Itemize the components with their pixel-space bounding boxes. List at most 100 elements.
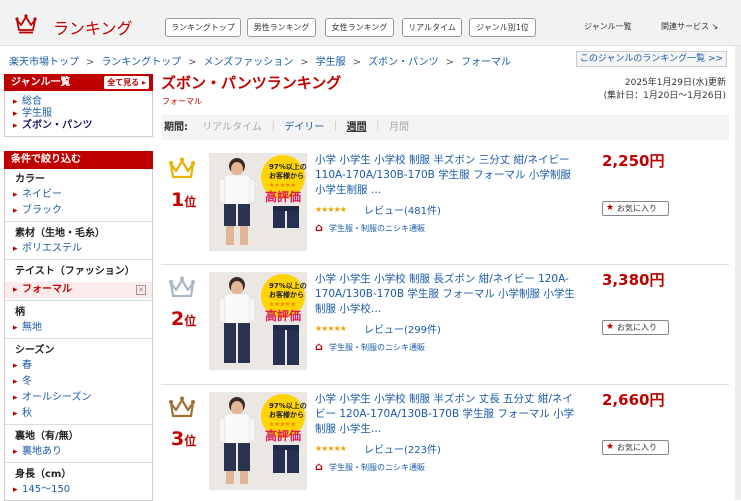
filter-option-polyester[interactable]: ポリエステル [5,241,152,257]
filter-option-navy[interactable]: ネイビー [5,187,152,203]
add-favorite-button[interactable]: お気に入り [602,201,669,216]
rating-stars: ★★★★★ [315,205,347,214]
breadcrumb-item[interactable]: 楽天市場トップ [9,57,79,68]
add-favorite-button[interactable]: お気に入り [602,440,669,455]
genre-list-link[interactable]: ジャンル一覧 [584,21,632,32]
rank-value: 1 [171,189,185,211]
shop-link[interactable]: 学生服・制服のニシキ通販 [315,460,425,473]
scrollbar[interactable] [735,46,741,500]
aggregation-period: (集計日：1月20日〜1月26日) [603,91,726,101]
breadcrumb-item[interactable]: 学生服 [316,57,346,68]
breadcrumb: 楽天市場トップ > ランキングトップ > メンズファッション > 学生服 > ズボン・パンツ > フ… [9,53,511,68]
genre-ranking-list-button[interactable]: このジャンルのランキング一覧 >> [576,51,727,67]
product-pants-waist [273,325,299,330]
badge-top-text: 97%以上の [269,162,307,171]
product-photo-illustration: 97%以上のお客様から ★★★★★高評価 [209,153,307,251]
shop-link[interactable]: 学生服・制服のニシキ通販 [315,221,425,234]
breadcrumb-item[interactable]: フォーマル [461,57,511,68]
right-sleeve [248,297,256,323]
gold-crown-icon [169,157,195,179]
product-pants-waist [273,445,299,450]
rank-value: 3 [171,428,185,450]
top-bar: ランキング ランキングトップ 男性ランキング 女性ランキング リアルタイム ジャ… [0,0,741,46]
filter-option-winter[interactable]: 冬 [5,374,152,390]
shop-link[interactable]: 学生服・制服のニシキ通販 [315,340,425,353]
filter-option-height[interactable]: 145～150 [5,482,152,498]
rank-suffix: 位 [184,434,197,448]
price: 3,380円 [602,271,665,289]
filter-option-spring[interactable]: 春 [5,358,152,374]
crown-logo-icon[interactable] [14,11,38,35]
filter-panel-title: 条件で絞り込む [4,151,153,169]
product-image[interactable]: 97%以上の お客様から ★★★★★ 高評価 [209,272,307,370]
page-title: ズボン・パンツランキング [161,74,342,92]
filter-option-lined[interactable]: 裏地あり [5,444,152,460]
tab-female-ranking[interactable]: 女性ランキング [325,18,394,37]
filter-option-autumn[interactable]: 秋 [5,406,152,422]
pants-right-leg [238,323,250,363]
review-link[interactable]: レビュー(299件) [364,321,441,336]
filter-option-plain[interactable]: 無地 [5,320,152,336]
left-sleeve [218,297,226,323]
update-date: 2025年1月29日(水)更新 (集計日：1月20日〜1月26日) [604,77,726,103]
filter-section-taste: テイスト（ファッション） [5,259,152,279]
badge-mid-text: お客様から [269,171,304,180]
tab-genre-first[interactable]: ジャンル別1位 [469,18,536,37]
add-favorite-button[interactable]: お気に入り [602,320,669,335]
review-link[interactable]: レビュー(223件) [364,441,441,456]
pants-right-leg [238,204,250,226]
tab-realtime[interactable]: リアルタイム [402,18,462,37]
period-divider: ｜ [330,122,341,133]
period-monthly: 月間 [389,122,410,133]
product-pants-waist [273,206,299,211]
filter-option-all-season[interactable]: オールシーズン [5,390,152,406]
badge-stars: ★★★★★ [269,301,296,308]
genre-item-pants[interactable]: ズボン・パンツ [5,120,152,132]
pants-left-leg [224,204,236,226]
filter-option-formal[interactable]: フォーマル ✕ [5,282,152,298]
product-title[interactable]: 小学 小学生 小学校 制服 長ズボン 紺/ネイビー 120A-170A/130B… [315,272,583,317]
pants-right-leg [238,443,250,471]
genre-list: 総合 学生服 ズボン・パンツ [4,91,153,137]
breadcrumb-separator: > [352,57,362,68]
breadcrumb-item[interactable]: ズボン・パンツ [368,57,439,68]
breadcrumb-item[interactable]: メンズファッション [203,57,293,68]
period-divider: ｜ [268,122,279,133]
filter-section-season: シーズン [5,338,152,358]
page-subtitle: フォーマル [162,97,202,106]
product-image[interactable]: 97%以上の お客様から ★★★★★ 高評価 [209,153,307,251]
breadcrumb-item[interactable]: ランキングトップ [101,57,181,68]
boy-face [231,401,243,415]
product-title[interactable]: 小学 小学生 小学校 制服 半ズボン 丈長 五分丈 紺/ネイビー 120A-17… [315,392,583,437]
remove-filter-icon[interactable]: ✕ [136,285,146,295]
product-title[interactable]: 小学 小学生 小学校 制服 半ズボン 三分丈 紺/ネイビー 110A-170A/… [315,153,583,198]
period-realtime: リアルタイム [202,122,262,133]
product-image[interactable]: 97%以上の お客様から ★★★★★ 高評価 [209,392,307,490]
logo-text[interactable]: ランキング [53,15,133,39]
genre-item-school-uniform[interactable]: 学生服 [5,108,152,120]
badge-main-text: 高評価 [265,308,301,323]
period-daily[interactable]: デイリー [284,122,324,133]
badge-main-text: 高評価 [265,428,301,443]
filter-option-black[interactable]: ブラック [5,203,152,219]
period-label: 期間: [164,122,188,133]
filter-panel: 条件で絞り込む カラー ネイビー ブラック 素材（生地・毛糸） ポリエステル テ… [4,151,153,501]
badge-stars: ★★★★★ [269,421,296,428]
see-all-label: 全て見る [107,78,140,87]
filter-section-height: 身長（cm） [5,462,152,482]
period-weekly: 週間 [346,122,367,133]
genre-panel-title: ジャンル一覧 [11,77,71,88]
white-shirt [223,174,251,206]
review-link[interactable]: レビュー(481件) [364,202,441,217]
related-services-link[interactable]: 関連サービス ↘ [661,21,718,32]
see-all-button[interactable]: 全て見る ▸ [104,76,149,89]
product-photo-illustration: 97%以上のお客様から ★★★★★高評価 [209,272,307,370]
period-divider: ｜ [372,122,383,133]
item-divider [161,384,729,385]
genre-panel-header: ジャンル一覧 全て見る ▸ [4,74,153,91]
product-pants-left [273,447,285,473]
genre-item-overall[interactable]: 総合 [5,96,152,108]
tab-male-ranking[interactable]: 男性ランキング [247,18,316,37]
price: 2,250円 [602,152,665,170]
tab-ranking-top[interactable]: ランキングトップ [165,18,241,37]
